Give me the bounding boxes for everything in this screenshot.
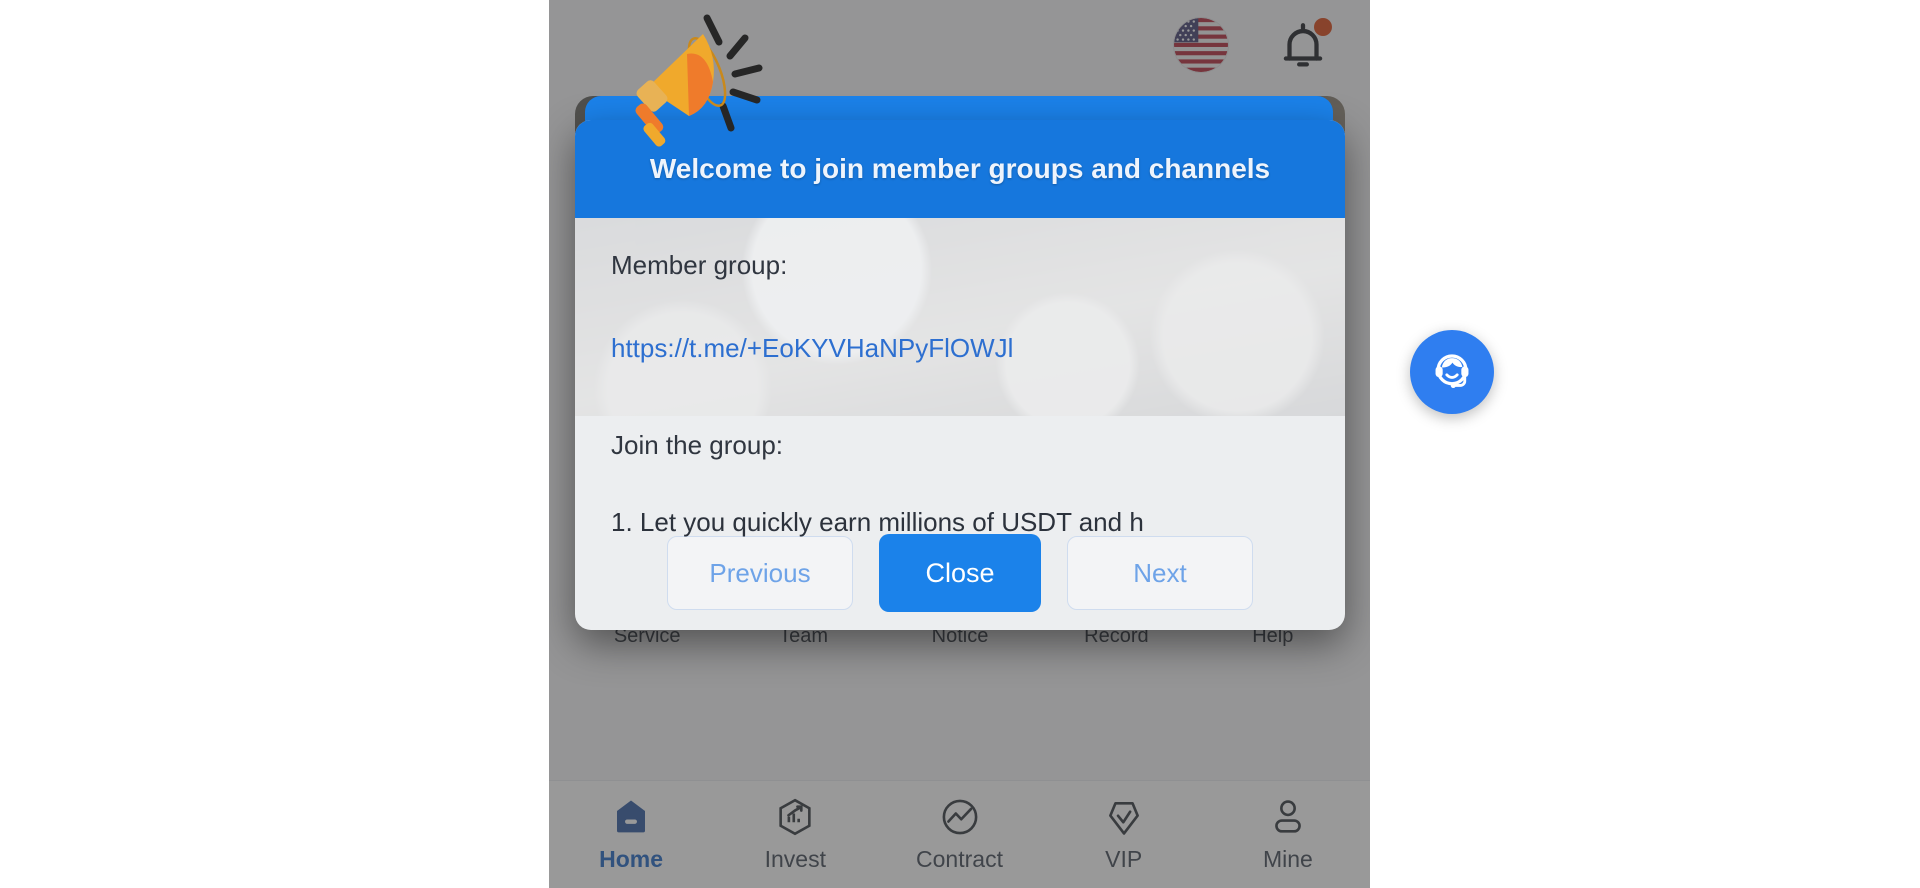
megaphone-icon [635, 14, 763, 147]
customer-service-button[interactable] [1410, 330, 1494, 414]
member-group-link[interactable]: https://t.me/+EoKYVHaNPyFlOWJl [611, 333, 1013, 364]
previous-button[interactable]: Previous [667, 536, 853, 610]
headset-support-icon [1435, 354, 1469, 389]
join-group-item-1: 1. Let you quickly earn millions of USDT… [611, 507, 1144, 537]
join-group-label: Join the group: [611, 430, 784, 460]
mobile-viewport: ₿ Recharge Withdraw Points Mall [549, 0, 1370, 888]
member-group-label: Member group: [611, 250, 788, 280]
close-button[interactable]: Close [879, 534, 1041, 612]
modal-body: Member group: https://t.me/+EoKYVHaNPyFl… [575, 218, 1345, 630]
next-button[interactable]: Next [1067, 536, 1253, 610]
member-groups-modal: Welcome to join member groups and channe… [575, 120, 1345, 630]
